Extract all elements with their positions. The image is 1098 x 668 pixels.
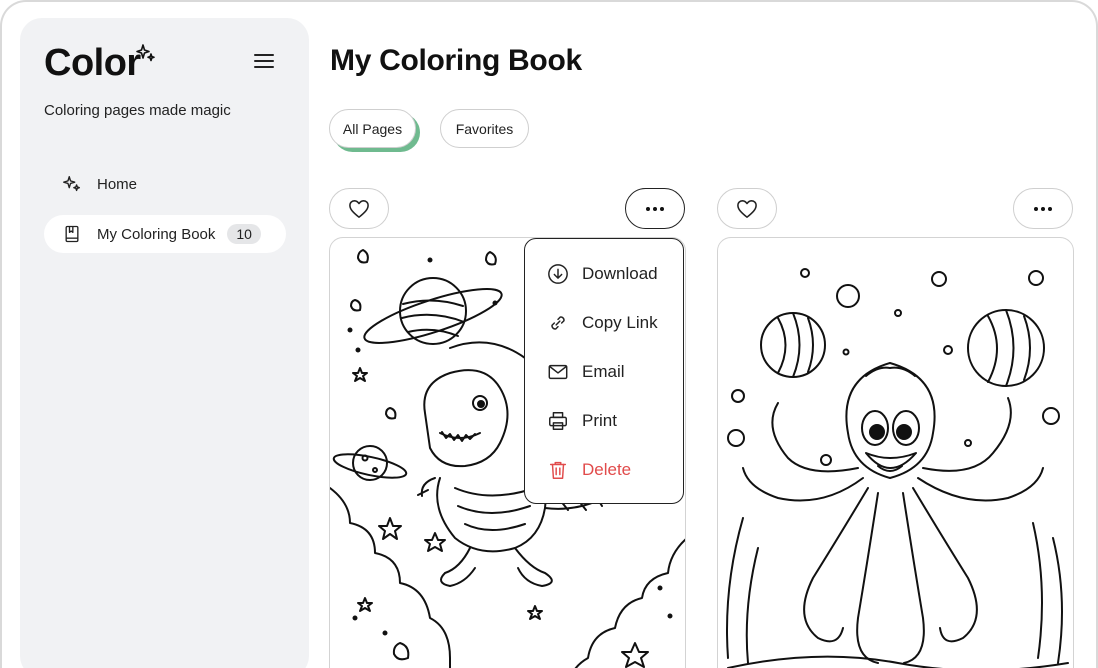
more-options-button[interactable] <box>1013 188 1073 229</box>
menu-item-download[interactable]: Download <box>547 259 658 289</box>
more-horizontal-icon <box>646 206 664 211</box>
sidebar-item-home[interactable]: Home <box>44 165 286 203</box>
logo-text: Color <box>44 42 141 84</box>
favorite-button[interactable] <box>717 188 777 229</box>
book-icon <box>61 223 83 245</box>
menu-item-label: Download <box>582 264 658 283</box>
download-icon <box>547 263 569 285</box>
octopus-image <box>726 268 1069 668</box>
heart-icon <box>737 199 757 218</box>
context-menu: Download Copy Link Email Print Delete <box>524 238 684 504</box>
sparkle-icon <box>61 173 83 195</box>
more-options-button[interactable] <box>625 188 685 229</box>
printer-icon <box>547 410 569 432</box>
more-horizontal-icon <box>1034 206 1052 211</box>
sidebar-item-my-coloring-book[interactable]: My Coloring Book 10 <box>44 215 286 253</box>
tab-favorites[interactable]: Favorites <box>440 109 529 148</box>
link-icon <box>547 312 569 334</box>
tagline: Coloring pages made magic <box>44 102 231 119</box>
heart-icon <box>349 199 369 218</box>
sparkle-logo-icon <box>136 44 155 62</box>
menu-item-label: Delete <box>582 460 632 479</box>
sidebar-item-label: My Coloring Book <box>97 225 216 243</box>
mail-icon <box>547 361 569 383</box>
count-badge: 10 <box>227 224 261 244</box>
tab-label: Favorites <box>455 120 514 137</box>
menu-item-print[interactable]: Print <box>547 406 617 436</box>
sidebar: Color Coloring pages made magic Home My … <box>20 18 309 668</box>
menu-item-label: Email <box>582 362 625 381</box>
tab-label: All Pages <box>342 120 403 137</box>
menu-item-copy-link[interactable]: Copy Link <box>547 308 658 338</box>
app-window: Color Coloring pages made magic Home My … <box>0 0 1098 668</box>
trash-icon <box>547 459 569 481</box>
favorite-button[interactable] <box>329 188 389 229</box>
menu-item-label: Copy Link <box>582 313 658 332</box>
hamburger-menu-icon[interactable] <box>254 54 274 70</box>
menu-item-email[interactable]: Email <box>547 357 625 387</box>
coloring-page-card[interactable] <box>717 237 1074 668</box>
menu-item-label: Print <box>582 411 617 430</box>
tab-all-pages[interactable]: All Pages <box>329 109 416 148</box>
sidebar-item-label: Home <box>97 175 138 193</box>
menu-item-delete[interactable]: Delete <box>547 455 631 485</box>
page-title: My Coloring Book <box>330 44 582 77</box>
